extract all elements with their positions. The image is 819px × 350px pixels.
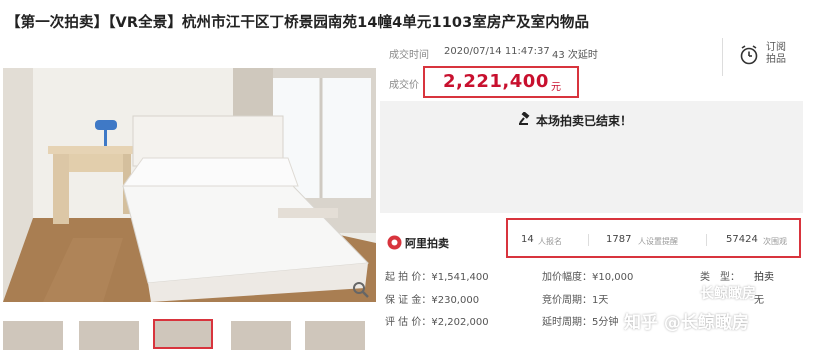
- ali-logo-icon: [387, 235, 402, 250]
- delay-count: 43 次延时: [552, 50, 598, 61]
- subscribe-label: 订阅拍品: [766, 42, 786, 65]
- deposit: 保 证 金：¥230,000: [385, 295, 480, 306]
- clock-icon: [740, 45, 758, 65]
- price-highlight-box: 2,221,400 元: [423, 66, 579, 98]
- divider: [706, 234, 707, 246]
- bid-increment: 加价幅度：¥10,000: [542, 272, 634, 283]
- magnifier-icon[interactable]: [352, 281, 370, 299]
- thumbnail[interactable]: [305, 321, 365, 350]
- reminder-count: 1787: [606, 234, 632, 245]
- view-count: 57424: [726, 234, 758, 245]
- reminder-label: 人设置提醒: [638, 237, 678, 246]
- deal-price: 2,221,400: [443, 71, 549, 92]
- auction-title: 【第一次拍卖】【VR全景】杭州市江干区丁桥景园南苑14幢4单元1103室房产及室…: [6, 15, 590, 31]
- delay-cycle: 延时周期：5分钟: [542, 317, 619, 328]
- bedroom-photo-drawing: [3, 68, 376, 302]
- subscribe-button[interactable]: 订阅拍品: [724, 38, 804, 74]
- signup-label: 人报名: [538, 237, 562, 246]
- watermark-bottom: 知乎 @长鲸瞰房: [624, 313, 749, 333]
- signup-count: 14: [521, 234, 534, 245]
- gavel-icon: [519, 112, 530, 125]
- divider: [588, 234, 589, 246]
- deal-time-label: 成交时间: [389, 50, 429, 61]
- auction-ended-banner: 本场拍卖已结束！: [380, 101, 803, 213]
- stats-row: 阿里拍卖 14 人报名 1787 人设置提醒 57424 次围观: [384, 218, 803, 264]
- divider: [722, 38, 723, 76]
- auction-info-panel: 成交时间 2020/07/14 11:47:37 43 次延时 订阅拍品 成交价…: [380, 38, 804, 350]
- view-label: 次围观: [763, 237, 787, 246]
- thumbnail[interactable]: [231, 321, 291, 350]
- stats-highlight-box: 14 人报名 1787 人设置提醒 57424 次围观: [506, 218, 801, 258]
- ali-auction-logo[interactable]: 阿里拍卖: [387, 232, 487, 252]
- thumbnail[interactable]: [79, 321, 139, 350]
- thumbnail-active[interactable]: [153, 319, 213, 349]
- type-label: 类 型：: [700, 272, 740, 283]
- thumbnail[interactable]: [3, 321, 63, 350]
- thumbnail-strip: [3, 318, 376, 350]
- appraisal-price: 评 估 价：¥2,202,000: [385, 317, 489, 328]
- property-photo[interactable]: [3, 68, 376, 302]
- start-price: 起 拍 价：¥1,541,400: [385, 272, 489, 283]
- auction-ended-text: 本场拍卖已结束！: [536, 114, 633, 128]
- ali-auction-logo-text: 阿里拍卖: [405, 237, 449, 250]
- bid-cycle: 竞价周期：1天: [542, 295, 609, 306]
- type-value: 拍卖: [754, 272, 774, 283]
- price-unit: 元: [551, 82, 561, 93]
- deal-time-value: 2020/07/14 11:47:37: [444, 46, 550, 57]
- watermark-top: 长鲸瞰房: [700, 286, 756, 302]
- deal-price-label: 成交价: [389, 80, 419, 91]
